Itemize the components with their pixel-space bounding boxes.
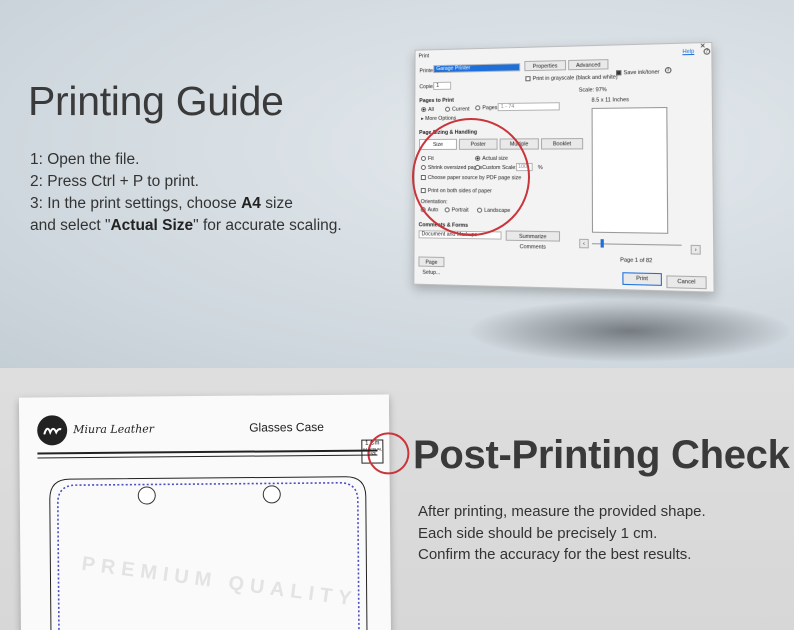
percent-sign: %: [538, 165, 543, 171]
snap-hole-left: [138, 486, 156, 504]
copies-input[interactable]: 1: [433, 82, 451, 90]
advanced-button[interactable]: Advanced: [568, 59, 608, 70]
step-3-text: 3: In the print settings, choose: [30, 195, 241, 212]
save-ink-label: Save ink/toner: [624, 69, 660, 76]
step-2: 2: Press Ctrl + P to print.: [30, 171, 342, 193]
post-printing-instructions: After printing, measure the provided sha…: [418, 501, 706, 566]
pages-range-radio[interactable]: [475, 105, 480, 110]
pages-current-option[interactable]: Current: [445, 106, 469, 112]
post-line-2: Each side should be precisely 1 cm.: [418, 523, 706, 545]
print-preview: [592, 107, 669, 234]
template-title: Glasses Case: [249, 420, 324, 435]
paper-size-readout: 8.5 x 11 Inches: [592, 97, 629, 104]
post-line-1: After printing, measure the provided sha…: [418, 501, 706, 523]
highlight-circle: [412, 118, 530, 236]
cancel-button[interactable]: Cancel: [666, 275, 706, 289]
page-setup-button[interactable]: Page Setup...: [418, 256, 444, 267]
step-3: 3: In the print settings, choose A4 size: [30, 193, 342, 215]
help-icon[interactable]: ?: [703, 48, 710, 54]
scale-highlight-circle: [367, 432, 409, 474]
step-4-end: " for accurate scaling.: [193, 217, 342, 234]
header-rule: [37, 449, 377, 454]
pages-current-label: Current: [452, 106, 469, 112]
grayscale-label: Print in grayscale (black and white): [533, 74, 618, 82]
tab-booklet[interactable]: Booklet: [541, 138, 583, 150]
page-slider-thumb[interactable]: [601, 239, 604, 247]
print-button[interactable]: Print: [622, 272, 662, 286]
printer-select[interactable]: Garage Printer: [433, 63, 520, 73]
step-3-size: size: [261, 195, 293, 212]
pages-range-input[interactable]: 1 - 74: [498, 102, 560, 111]
printing-steps: 1: Open the file. 2: Press Ctrl + P to p…: [30, 149, 342, 237]
next-page-button[interactable]: ›: [691, 245, 701, 255]
page-slider-track[interactable]: [592, 243, 682, 246]
logo-mark-icon: [37, 415, 67, 445]
scale-readout: Scale: 97%: [579, 87, 607, 94]
prev-page-button[interactable]: ‹: [579, 239, 589, 249]
info-icon[interactable]: i: [665, 67, 672, 73]
step-3-a4: A4: [241, 195, 261, 212]
pages-all-option[interactable]: All: [421, 107, 434, 113]
dialog-shadow: [470, 300, 790, 362]
template-sheet: Miura Leather Glasses Case 1 Cm A4 ACTUA…: [19, 394, 391, 630]
properties-button[interactable]: Properties: [524, 60, 566, 71]
pages-range-option[interactable]: Pages: [475, 105, 497, 111]
save-ink-checkbox[interactable]: [616, 70, 621, 75]
post-printing-panel: Miura Leather Glasses Case 1 Cm A4 ACTUA…: [0, 368, 794, 630]
pages-all-radio[interactable]: [421, 107, 426, 112]
step-1: 1: Open the file.: [30, 149, 342, 171]
page-info: Page 1 of 82: [620, 257, 652, 264]
post-line-3: Confirm the accuracy for the best result…: [418, 544, 706, 566]
help-link[interactable]: Help: [682, 49, 694, 56]
snap-hole-right: [263, 485, 281, 503]
step-4-text: and select ": [30, 217, 110, 234]
dialog-title: Print: [419, 53, 430, 59]
grayscale-checkbox[interactable]: [525, 76, 530, 81]
step-4: and select "Actual Size" for accurate sc…: [30, 215, 342, 237]
printing-guide-panel: Printing Guide 1: Open the file. 2: Pres…: [0, 0, 794, 368]
pages-all-label: All: [428, 107, 434, 113]
brand-logo: [37, 415, 67, 445]
pages-range-label: Pages: [482, 105, 497, 111]
save-ink-option[interactable]: Save ink/toner: [616, 69, 660, 76]
pages-current-radio[interactable]: [445, 107, 450, 112]
header-rule-thin: [37, 454, 377, 458]
step-4-actual-size: Actual Size: [110, 217, 193, 234]
printing-guide-title: Printing Guide: [28, 78, 284, 125]
grayscale-option[interactable]: Print in grayscale (black and white): [525, 74, 617, 82]
pages-header: Pages to Print: [419, 98, 454, 105]
post-printing-title: Post-Printing Check: [413, 433, 790, 478]
brand-name: Miura Leather: [73, 422, 154, 436]
summarize-comments-button[interactable]: Summarize Comments: [506, 230, 560, 241]
